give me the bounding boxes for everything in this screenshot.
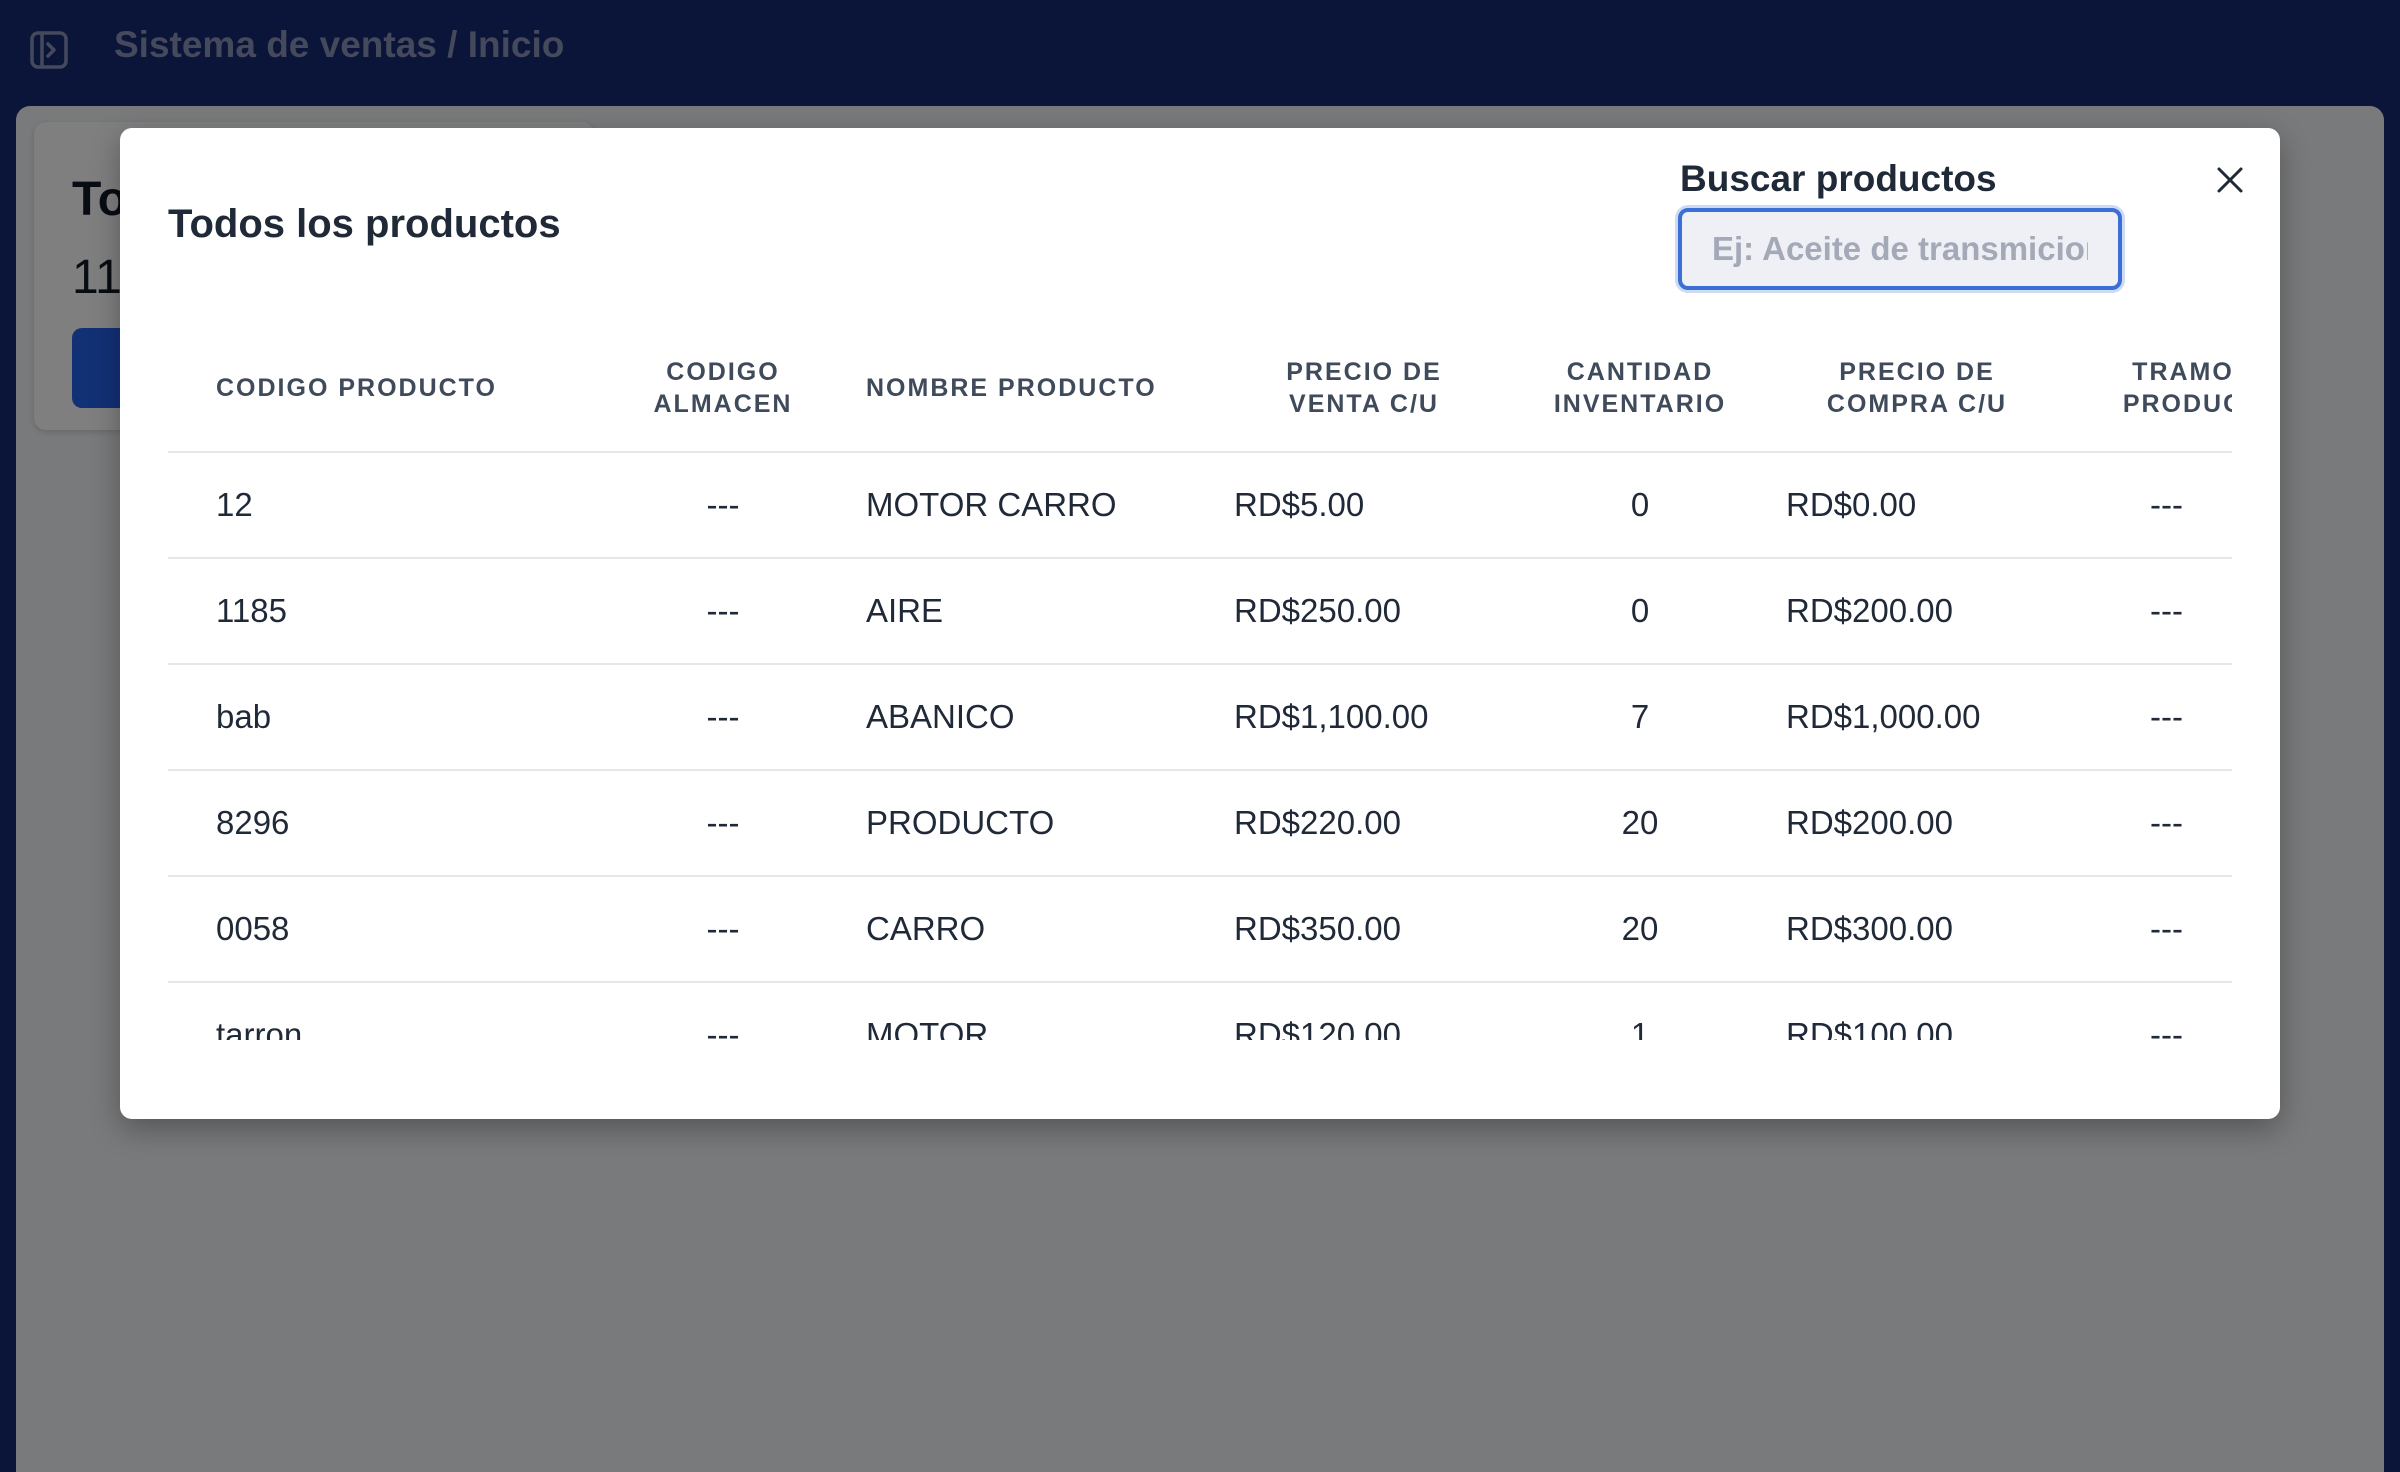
cell-tramo-producto: --- (2056, 558, 2232, 665)
table-row[interactable]: tarron --- MOTOR RD$120.00 1 RD$100.00 --- (168, 982, 2232, 1040)
cell-codigo-producto: bab (168, 664, 588, 771)
column-header-label: TRAMO PRODUC (2122, 357, 2232, 418)
search-label: Buscar productos (1680, 158, 1997, 199)
cell-cantidad-inventario: 0 (1502, 558, 1778, 665)
column-header[interactable]: NOMBRE PRODUCTO (858, 324, 1226, 453)
cell-tramo-producto: --- (2056, 982, 2232, 1040)
cell-tramo-producto: --- (2056, 876, 2232, 983)
cell-codigo-almacen: --- (588, 664, 858, 771)
cell-precio-compra: RD$1,000.00 (1778, 664, 2056, 771)
cell-precio-venta: RD$5.00 (1226, 452, 1502, 559)
cell-precio-venta: RD$250.00 (1226, 558, 1502, 665)
cell-nombre-producto: MOTOR (858, 982, 1226, 1040)
cell-codigo-producto: 1185 (168, 558, 588, 665)
close-icon[interactable] (2204, 154, 2256, 206)
cell-tramo-producto: --- (2056, 452, 2232, 559)
cell-precio-compra: RD$200.00 (1778, 558, 2056, 665)
cell-cantidad-inventario: 20 (1502, 770, 1778, 877)
table-row[interactable]: 0058 --- CARRO RD$350.00 20 RD$300.00 --- (168, 876, 2232, 983)
cell-cantidad-inventario: 20 (1502, 876, 1778, 983)
cell-nombre-producto: CARRO (858, 876, 1226, 983)
cell-nombre-producto: ABANICO (858, 664, 1226, 771)
column-header-label: PRECIO DE VENTA C/U (1286, 357, 1442, 418)
column-header-label: PRECIO DE COMPRA C/U (1826, 357, 2008, 418)
cell-nombre-producto: PRODUCTO (858, 770, 1226, 877)
cell-codigo-almacen: --- (588, 770, 858, 877)
cell-codigo-almacen: --- (588, 876, 858, 983)
cell-precio-compra: RD$0.00 (1778, 452, 2056, 559)
products-table: CODIGO PRODUCTO CODIGO ALMACEN NOMBRE PR… (168, 324, 2232, 1040)
cell-precio-venta: RD$350.00 (1226, 876, 1502, 983)
cell-codigo-almacen: --- (588, 982, 858, 1040)
cell-nombre-producto: MOTOR CARRO (858, 452, 1226, 559)
products-table-container[interactable]: CODIGO PRODUCTO CODIGO ALMACEN NOMBRE PR… (168, 324, 2232, 1040)
table-row[interactable]: 12 --- MOTOR CARRO RD$5.00 0 RD$0.00 --- (168, 452, 2232, 559)
cell-tramo-producto: --- (2056, 770, 2232, 877)
cell-codigo-producto: 0058 (168, 876, 588, 983)
table-header-row: CODIGO PRODUCTO CODIGO ALMACEN NOMBRE PR… (168, 324, 2232, 453)
cell-codigo-producto: tarron (168, 982, 588, 1040)
table-row[interactable]: 1185 --- AIRE RD$250.00 0 RD$200.00 --- (168, 558, 2232, 665)
modal-title: Todos los productos (168, 202, 561, 246)
cell-precio-compra: RD$100.00 (1778, 982, 2056, 1040)
cell-precio-venta: RD$1,100.00 (1226, 664, 1502, 771)
cell-precio-venta: RD$120.00 (1226, 982, 1502, 1040)
cell-codigo-almacen: --- (588, 558, 858, 665)
cell-codigo-almacen: --- (588, 452, 858, 559)
column-header[interactable]: PRECIO DE COMPRA C/U (1778, 324, 2056, 453)
column-header-label: CODIGO ALMACEN (653, 357, 793, 418)
cell-cantidad-inventario: 1 (1502, 982, 1778, 1040)
column-header[interactable]: PRECIO DE VENTA C/U (1226, 324, 1502, 453)
cell-codigo-producto: 12 (168, 452, 588, 559)
cell-codigo-producto: 8296 (168, 770, 588, 877)
cell-cantidad-inventario: 7 (1502, 664, 1778, 771)
products-modal: Todos los productos Buscar productos COD… (120, 128, 2280, 1119)
column-header-label: CANTIDAD INVENTARIO (1553, 357, 1727, 418)
column-header[interactable]: CODIGO ALMACEN (588, 324, 858, 453)
cell-precio-compra: RD$300.00 (1778, 876, 2056, 983)
cell-nombre-producto: AIRE (858, 558, 1226, 665)
cell-precio-venta: RD$220.00 (1226, 770, 1502, 877)
cell-precio-compra: RD$200.00 (1778, 770, 2056, 877)
cell-cantidad-inventario: 0 (1502, 452, 1778, 559)
cell-tramo-producto: --- (2056, 664, 2232, 771)
table-row[interactable]: bab --- ABANICO RD$1,100.00 7 RD$1,000.00 --- (168, 664, 2232, 771)
search-input[interactable] (1678, 208, 2122, 290)
column-header[interactable]: TRAMO PRODUC (2056, 324, 2232, 453)
column-header[interactable]: CANTIDAD INVENTARIO (1502, 324, 1778, 453)
column-header[interactable]: CODIGO PRODUCTO (168, 324, 588, 453)
table-row[interactable]: 8296 --- PRODUCTO RD$220.00 20 RD$200.00 --- (168, 770, 2232, 877)
